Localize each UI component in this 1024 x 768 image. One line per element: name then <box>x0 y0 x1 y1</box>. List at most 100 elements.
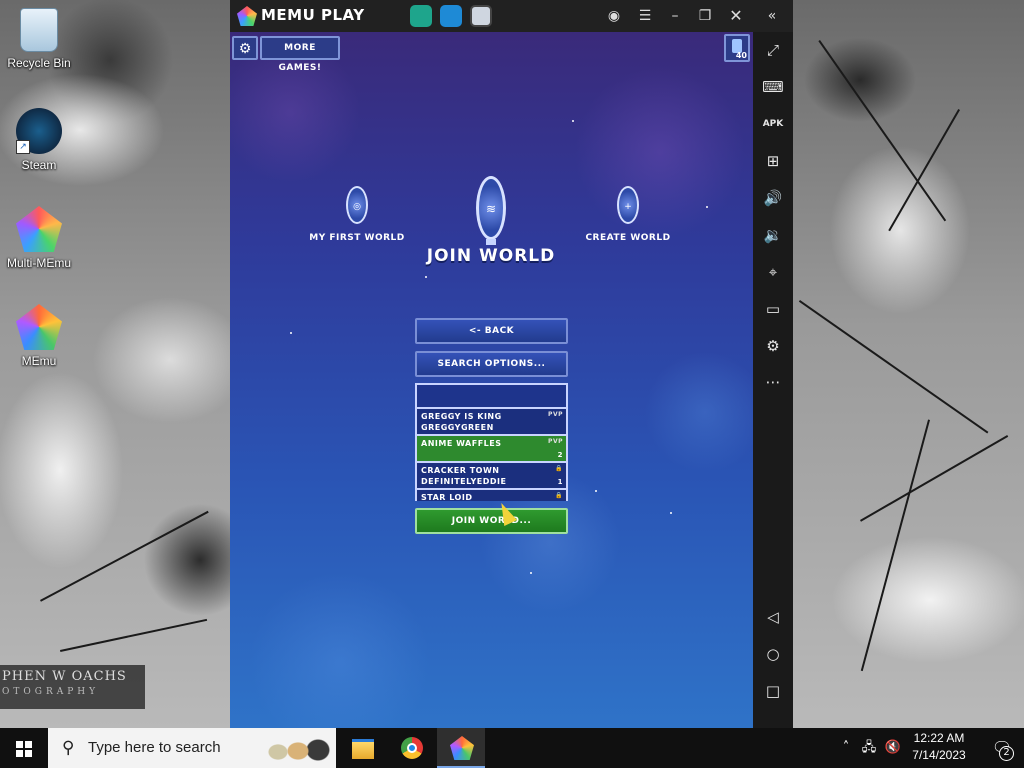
home-icon[interactable]: ○ <box>761 642 785 666</box>
memu-titlebar[interactable]: MEMU PLAY ◉ ☰ – ❐ ✕ « <box>230 0 793 32</box>
star <box>572 120 574 122</box>
desktop-icon-label: Steam <box>21 158 57 172</box>
pets-count: 40 <box>735 51 747 60</box>
world-row[interactable]: STAR LOID 🔒 <box>417 490 566 501</box>
steam-icon: ↗ <box>16 108 62 154</box>
taskbar-chrome[interactable] <box>388 728 436 768</box>
memu-icon <box>16 304 62 350</box>
plus-icon: + <box>624 201 632 212</box>
desktop-icon-recycle-bin[interactable]: Recycle Bin <box>3 8 75 70</box>
wallpaper-branch <box>40 510 209 602</box>
clock-time: 12:22 AM <box>913 731 965 745</box>
gear-icon: ⚙ <box>238 41 252 57</box>
join-world-title: JOIN WORLD <box>426 246 556 266</box>
world-search-input[interactable] <box>415 383 568 409</box>
portal-my-first-world[interactable]: ◎ <box>346 186 368 224</box>
file-explorer-icon <box>352 739 374 759</box>
notification-count: 2 <box>999 746 1014 761</box>
volume-up-icon[interactable]: 🔊 <box>761 186 785 210</box>
settings-icon[interactable]: ⚙ <box>761 334 785 358</box>
apk-icon[interactable]: APK <box>761 112 785 136</box>
world-owner: GREGGYGREEN <box>421 423 494 432</box>
pvp-badge: PVP <box>548 411 563 418</box>
location-icon[interactable]: ⌖ <box>761 260 785 284</box>
wallpaper-branch <box>60 618 208 652</box>
taskbar-file-explorer[interactable] <box>338 728 386 768</box>
watermark-line2: OTOGRAPHY <box>2 687 100 697</box>
memu-icon <box>450 736 474 760</box>
back-button[interactable]: <- BACK <box>415 318 568 344</box>
start-button[interactable] <box>0 728 48 768</box>
multi-memu-icon <box>16 206 62 252</box>
search-highlight-image <box>264 736 330 762</box>
taskbar: ⚲ Type here to search ˄ 🖧 🔇 12:22 AM 7/1… <box>0 728 1024 768</box>
chrome-icon <box>401 737 423 759</box>
recycle-bin-icon <box>20 8 58 52</box>
portal-base <box>486 239 496 245</box>
desktop-icon-multi-memu[interactable]: Multi-MEmu <box>3 206 75 270</box>
world-list[interactable]: GREGGY IS KING PVP GREGGYGREEN ANIME WAF… <box>415 409 568 501</box>
app-tab-2-icon[interactable] <box>440 5 462 27</box>
memu-title: MEMU PLAY <box>261 6 365 24</box>
world-row-selected[interactable]: ANIME WAFFLES PVP 2 <box>417 436 566 463</box>
world-row[interactable]: GREGGY IS KING PVP GREGGYGREEN <box>417 409 566 436</box>
close-icon[interactable]: ✕ <box>724 4 748 28</box>
world-name: ANIME WAFFLES <box>421 439 502 448</box>
desktop-icon-label: MEmu <box>21 354 57 368</box>
pets-jar-button[interactable]: 40 <box>724 34 750 62</box>
world-name: STAR LOID <box>421 493 473 501</box>
menu-icon[interactable]: ☰ <box>633 4 657 28</box>
volume-down-icon[interactable]: 🔉 <box>761 223 785 247</box>
more-games-button[interactable]: MORE GAMES! <box>260 36 340 73</box>
account-icon[interactable]: ◉ <box>602 4 626 28</box>
add-window-icon[interactable]: ⊞ <box>761 149 785 173</box>
portal-join-world[interactable]: ≋ <box>476 176 506 240</box>
desktop-icon-steam[interactable]: ↗ Steam <box>3 108 75 172</box>
taskbar-memu[interactable] <box>437 728 485 768</box>
world-row[interactable]: CRACKER TOWN 🔒 DEFINITELYEDDIE 1 <box>417 463 566 490</box>
star <box>290 332 292 334</box>
recents-icon[interactable]: □ <box>761 679 785 703</box>
search-options-button[interactable]: SEARCH OPTIONS... <box>415 351 568 377</box>
collapse-sidebar-icon[interactable]: « <box>760 4 784 28</box>
system-clock[interactable]: 12:22 AM 7/14/2023 <box>900 730 978 764</box>
folder-icon[interactable]: ▭ <box>761 297 785 321</box>
star <box>425 276 427 278</box>
desktop-icon-label: Recycle Bin <box>7 56 71 70</box>
wallpaper-branch <box>818 40 947 222</box>
keyboard-icon[interactable]: ⌨ <box>761 75 785 99</box>
clock-date: 7/14/2023 <box>912 748 966 762</box>
lock-icon: 🔒 <box>555 465 563 472</box>
network-icon[interactable]: 🖧 <box>858 728 880 768</box>
star <box>706 206 708 208</box>
join-world-button[interactable]: JOIN WORLD... <box>415 508 568 534</box>
world-owner: DEFINITELYEDDIE <box>421 477 507 486</box>
taskbar-search-box[interactable]: ⚲ Type here to search <box>48 728 336 768</box>
star <box>530 572 532 574</box>
player-count: 1 <box>557 478 563 486</box>
app-tab-1-icon[interactable] <box>410 5 432 27</box>
desktop-icon-label: Multi-MEmu <box>6 256 71 270</box>
player-count: 2 <box>557 451 563 459</box>
desktop-icon-memu[interactable]: MEmu <box>3 304 75 368</box>
wallpaper-branch <box>860 419 930 672</box>
minimize-icon[interactable]: – <box>663 4 687 28</box>
restore-icon[interactable]: ❐ <box>693 4 717 28</box>
search-icon: ⚲ <box>62 738 75 758</box>
star <box>595 490 597 492</box>
memu-side-toolbar: ⤢ ⌨ APK ⊞ 🔊 🔉 ⌖ ▭ ⚙ ⋯ ◁ ○ □ <box>753 32 793 728</box>
more-icon[interactable]: ⋯ <box>761 370 785 394</box>
world-name: CRACKER TOWN <box>421 466 500 475</box>
portal-label-my-first-world: MY FIRST WORLD <box>309 233 405 243</box>
portal-create-world[interactable]: + <box>617 186 639 224</box>
show-hidden-icons-icon[interactable]: ˄ <box>836 728 856 768</box>
fullscreen-icon[interactable]: ⤢ <box>761 38 785 62</box>
game-screen[interactable]: ⚙ MORE GAMES! 40 ◎ MY FIRST WORLD ≋ JOIN… <box>230 32 753 728</box>
game-settings-button[interactable]: ⚙ <box>232 36 258 60</box>
back-icon[interactable]: ◁ <box>761 605 785 629</box>
app-tab-game-icon[interactable] <box>470 5 492 27</box>
notification-center-button[interactable]: 🗨 2 <box>980 728 1024 768</box>
photographer-watermark: PHEN W OACHS OTOGRAPHY <box>0 665 145 709</box>
windows-logo-icon <box>16 741 32 757</box>
wallpaper-branch <box>860 435 1009 522</box>
